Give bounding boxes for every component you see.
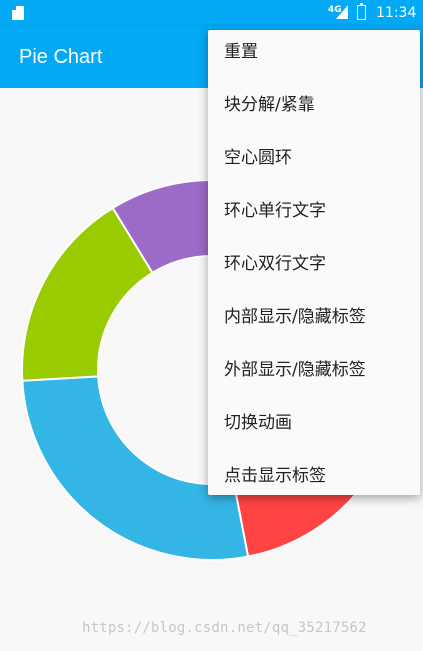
overflow-menu: 重置 块分解/紧靠 空心圆环 环心单行文字 环心双行文字 内部显示/隐藏标签 外部显示/隐藏… <box>208 30 420 495</box>
signal-icon <box>336 5 348 19</box>
app-title: Pie Chart <box>19 46 103 68</box>
status-bar: 4G 11:34 <box>0 0 423 26</box>
menu-item[interactable]: 点击显示标签 <box>208 454 420 507</box>
menu-item[interactable]: 环心双行文字 <box>208 242 420 295</box>
battery-icon <box>357 3 366 20</box>
watermark: https://blog.csdn.net/qq_35217562 <box>82 620 367 636</box>
menu-item[interactable]: 环心单行文字 <box>208 189 420 242</box>
clock: 11:34 <box>376 5 417 21</box>
menu-item[interactable]: 块分解/紧靠 <box>208 83 420 136</box>
menu-item[interactable]: 内部显示/隐藏标签 <box>208 295 420 348</box>
menu-item[interactable]: 空心圆环 <box>208 136 420 189</box>
menu-item[interactable]: 外部显示/隐藏标签 <box>208 348 420 401</box>
menu-item[interactable]: 重置 <box>208 30 420 83</box>
sd-card-icon <box>12 6 24 20</box>
menu-item[interactable]: 切换动画 <box>208 401 420 454</box>
